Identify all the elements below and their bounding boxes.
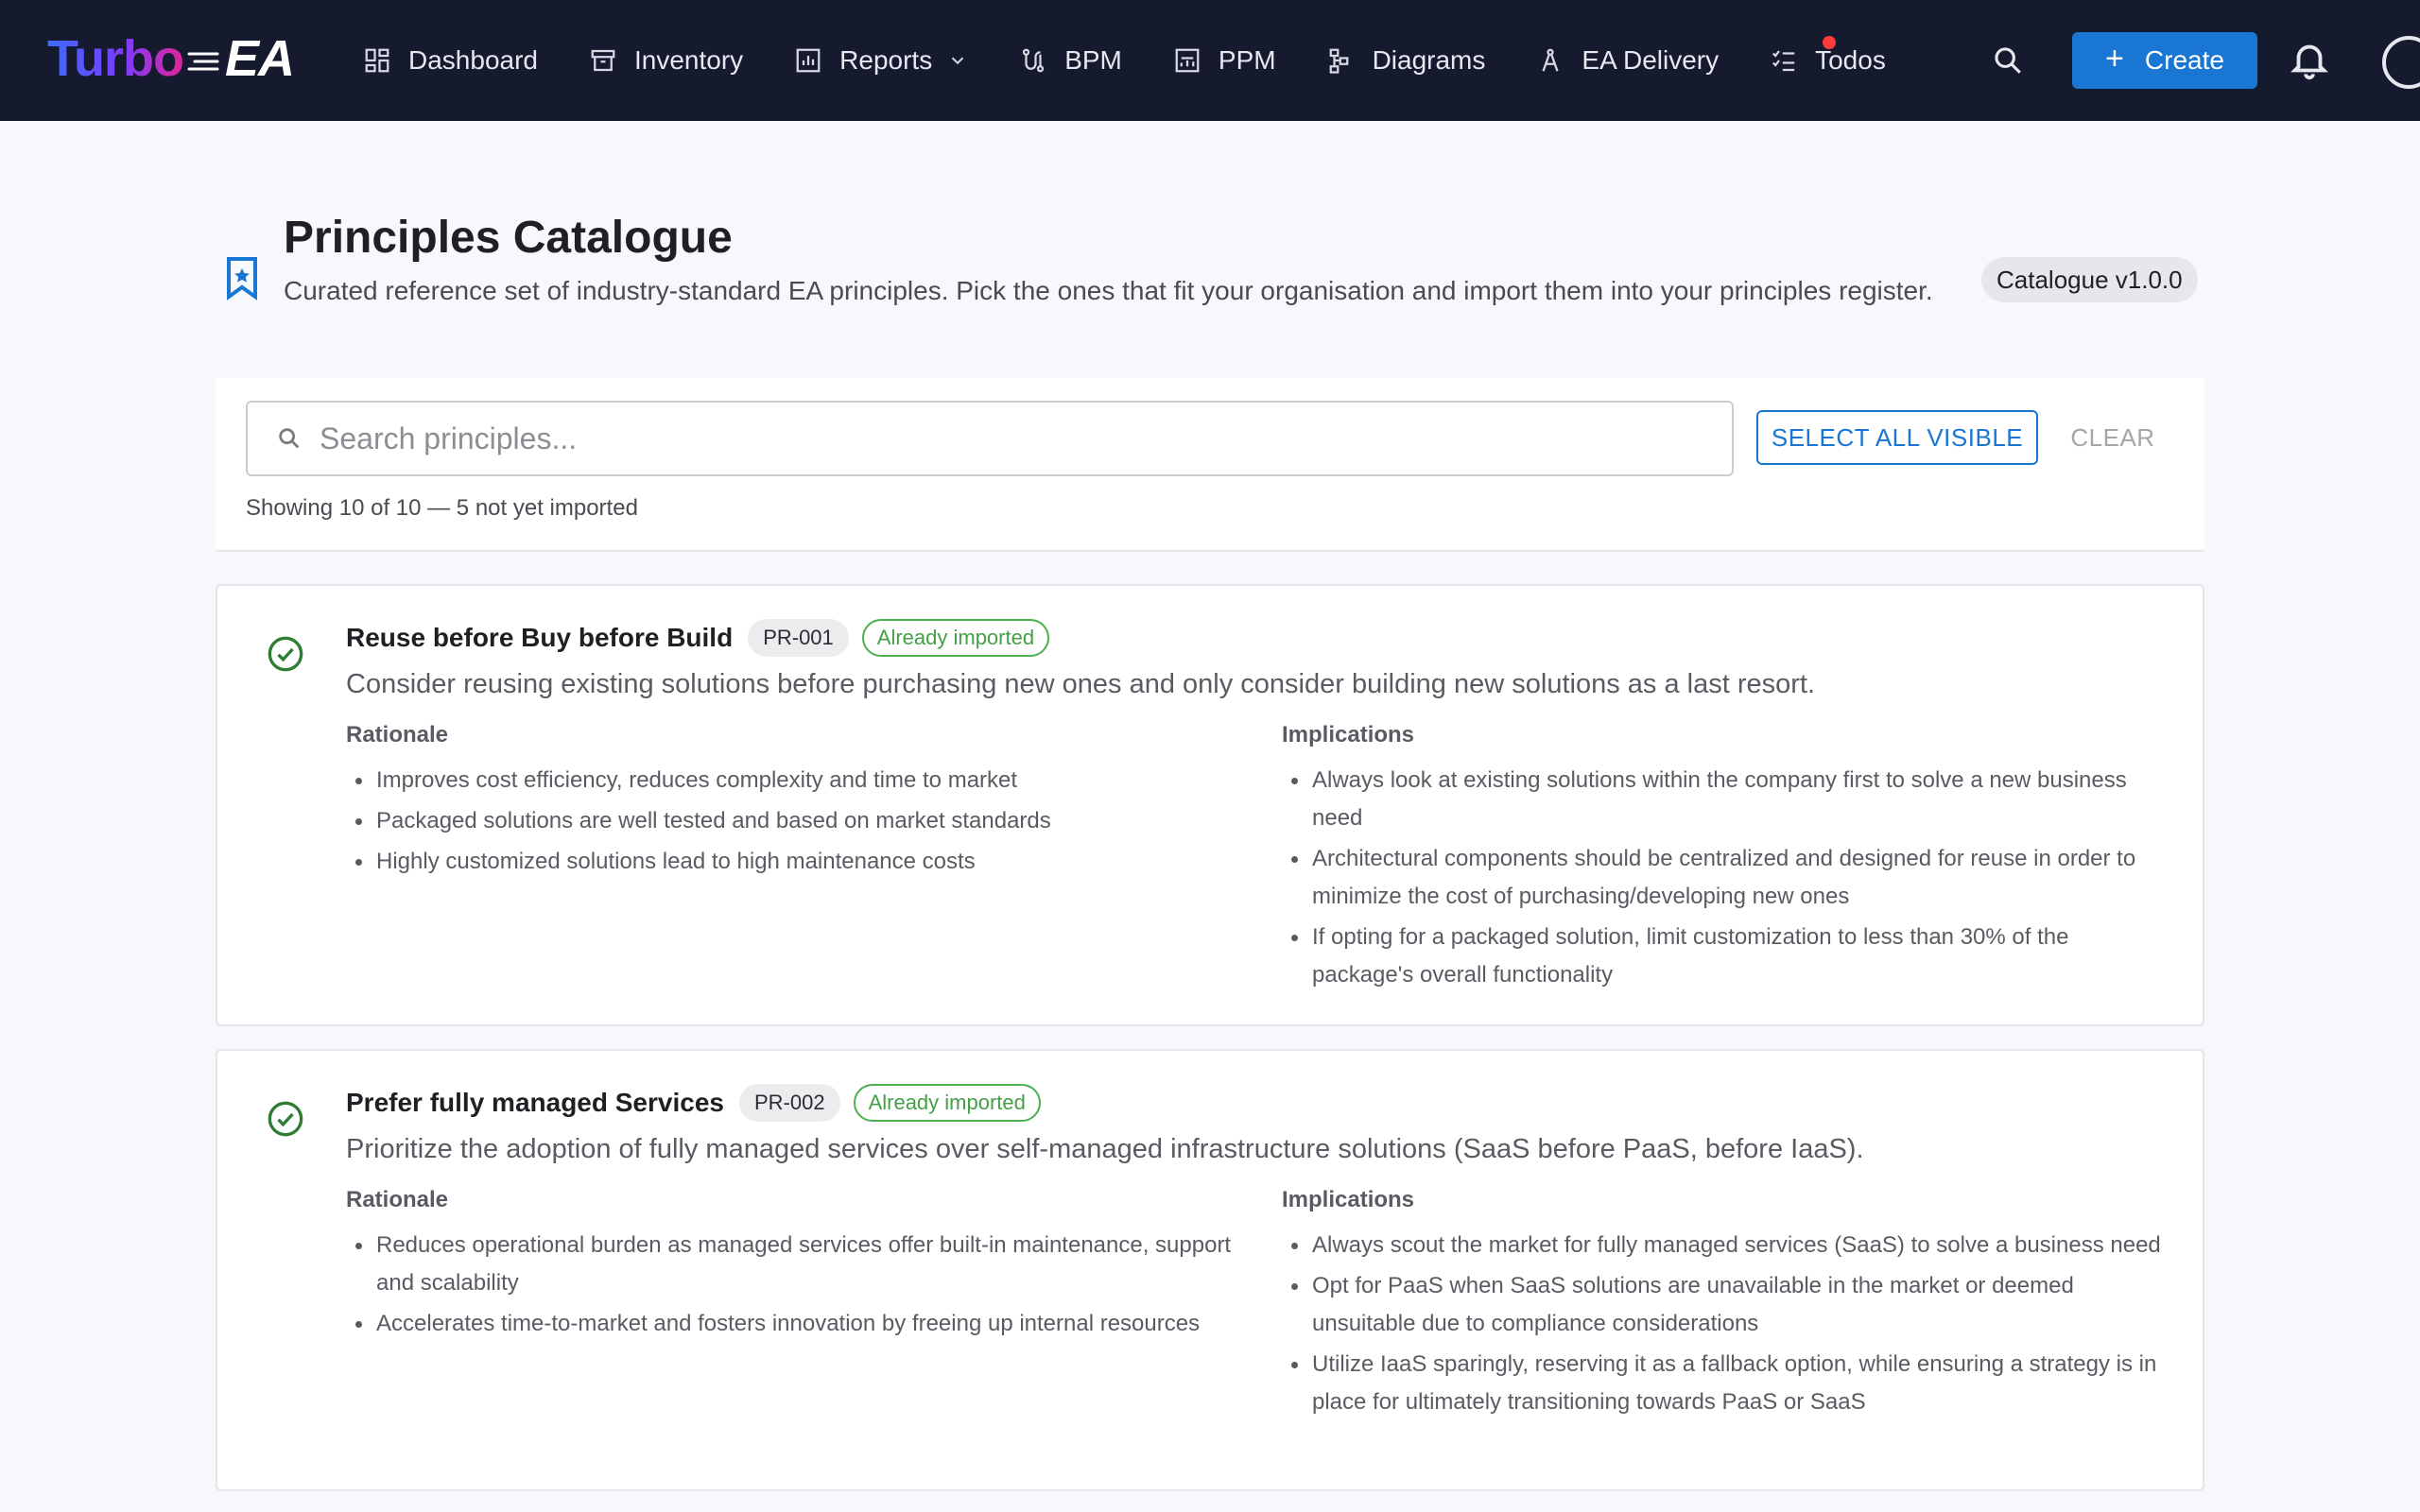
nav-bpm[interactable]: BPM: [1019, 0, 1122, 121]
principle-title: Reuse before Buy before Build: [346, 623, 734, 652]
nav-todos[interactable]: Todos: [1770, 0, 1886, 121]
principle-header: Reuse before Buy before Build PR-001 Alr…: [346, 618, 1050, 658]
rationale-section: Rationale Reduces operational burden as …: [346, 1187, 1235, 1346]
check-circle-icon[interactable]: [267, 1100, 304, 1138]
search-icon: [279, 428, 300, 449]
top-nav-bar: Turbo EA Dashboard Inventory Reports BPM…: [0, 0, 2420, 121]
implication-item: Opt for PaaS when SaaS solutions are una…: [1282, 1267, 2170, 1343]
compass-icon: [1542, 48, 1559, 72]
rationale-section: Rationale Improves cost efficiency, redu…: [346, 722, 1235, 884]
nav-reports[interactable]: Reports: [794, 0, 968, 121]
rationale-item: Highly customized solutions lead to high…: [346, 843, 1235, 881]
implication-item: Architectural components should be centr…: [1282, 840, 2170, 916]
nav-todos-label: Todos: [1815, 45, 1886, 75]
bar-chart-icon: [796, 48, 821, 73]
clear-button[interactable]: CLEAR: [2061, 410, 2165, 465]
rationale-item: Packaged solutions are well tested and b…: [346, 802, 1235, 840]
brand-logo[interactable]: Turbo EA: [47, 28, 295, 89]
implication-item: Always scout the market for fully manage…: [1282, 1227, 2170, 1264]
chart-box-icon: [1175, 48, 1200, 73]
rationale-item: Reduces operational burden as managed se…: [346, 1227, 1235, 1302]
results-count: Showing 10 of 10 — 5 not yet imported: [246, 495, 638, 521]
notification-dot: [1823, 36, 1837, 49]
nav-diagrams[interactable]: Diagrams: [1327, 0, 1486, 121]
implication-item: If opting for a packaged solution, limit…: [1282, 919, 2170, 994]
implications-section: Implications Always scout the market for…: [1282, 1187, 2170, 1424]
nav-dashboard[interactable]: Dashboard: [363, 0, 538, 121]
page-subtitle: Curated reference set of industry-standa…: [284, 276, 1933, 305]
principle-description: Prioritize the adoption of fully managed…: [346, 1134, 1864, 1164]
nav-ea-delivery[interactable]: EA Delivery: [1536, 0, 1719, 121]
principle-card[interactable]: Prefer fully managed Services PR-002 Alr…: [216, 1049, 2204, 1491]
rationale-heading: Rationale: [346, 722, 449, 747]
route-icon: [1023, 48, 1045, 73]
nav-inventory[interactable]: Inventory: [589, 0, 743, 121]
speed-lines-icon: [187, 29, 219, 88]
implication-item: Always look at existing solutions within…: [1282, 762, 2170, 837]
nav-ppm-label: PPM: [1218, 45, 1276, 75]
principle-description: Consider reusing existing solutions befo…: [346, 669, 1816, 699]
nav-reports-label: Reports: [839, 45, 933, 75]
archive-icon: [591, 49, 615, 72]
select-all-visible-button[interactable]: SELECT ALL VISIBLE: [1756, 410, 2038, 465]
nav-inventory-label: Inventory: [633, 45, 744, 75]
principle-code-badge: PR-002: [738, 1084, 840, 1122]
rationale-item: Accelerates time-to-market and fosters i…: [346, 1305, 1235, 1343]
user-avatar[interactable]: [2382, 36, 2420, 89]
nav-diagrams-label: Diagrams: [1372, 45, 1486, 75]
principle-header: Prefer fully managed Services PR-002 Alr…: [346, 1083, 1041, 1123]
search-icon: [1995, 47, 2021, 74]
notifications-button[interactable]: [2288, 38, 2331, 81]
bell-icon: [2290, 44, 2328, 80]
brand-logo-part2: EA: [224, 30, 295, 87]
status-badge: Already imported: [861, 619, 1050, 657]
bookmark-star-icon: [227, 257, 257, 301]
status-badge: Already imported: [853, 1084, 1041, 1122]
nav-bpm-label: BPM: [1064, 45, 1122, 75]
checklist-icon: [1772, 50, 1795, 72]
chevron-down-icon: [951, 57, 964, 65]
nav-ea-delivery-label: EA Delivery: [1582, 45, 1720, 75]
page-title: Principles Catalogue: [284, 213, 733, 263]
global-search-button[interactable]: [1987, 40, 2029, 81]
nav-dashboard-label: Dashboard: [408, 45, 538, 75]
main-nav: Dashboard Inventory Reports BPM PPM Diag…: [363, 0, 1937, 121]
check-circle-icon[interactable]: [267, 635, 304, 673]
implications-heading: Implications: [1282, 1187, 1415, 1212]
dashboard-icon: [365, 48, 389, 73]
principle-card[interactable]: Reuse before Buy before Build PR-001 Alr…: [216, 584, 2204, 1026]
version-badge: Catalogue v1.0.0: [1981, 257, 2198, 302]
search-field[interactable]: [246, 401, 1734, 476]
implications-heading: Implications: [1282, 722, 1415, 747]
search-input[interactable]: [320, 421, 1643, 456]
plus-icon: +: [2105, 41, 2124, 77]
flow-icon: [1329, 48, 1348, 74]
create-button-label: Create: [2144, 45, 2224, 75]
principle-code-badge: PR-001: [748, 619, 849, 657]
brand-logo-part1: Turbo: [47, 30, 184, 87]
filter-card: SELECT ALL VISIBLE CLEAR Showing 10 of 1…: [216, 378, 2204, 552]
implications-section: Implications Always look at existing sol…: [1282, 722, 2170, 997]
rationale-item: Improves cost efficiency, reduces comple…: [346, 762, 1235, 799]
implication-item: Utilize IaaS sparingly, reserving it as …: [1282, 1346, 2170, 1421]
rationale-heading: Rationale: [346, 1187, 449, 1212]
nav-ppm[interactable]: PPM: [1173, 0, 1276, 121]
create-button[interactable]: + Create: [2072, 32, 2257, 89]
principle-title: Prefer fully managed Services: [346, 1088, 724, 1117]
